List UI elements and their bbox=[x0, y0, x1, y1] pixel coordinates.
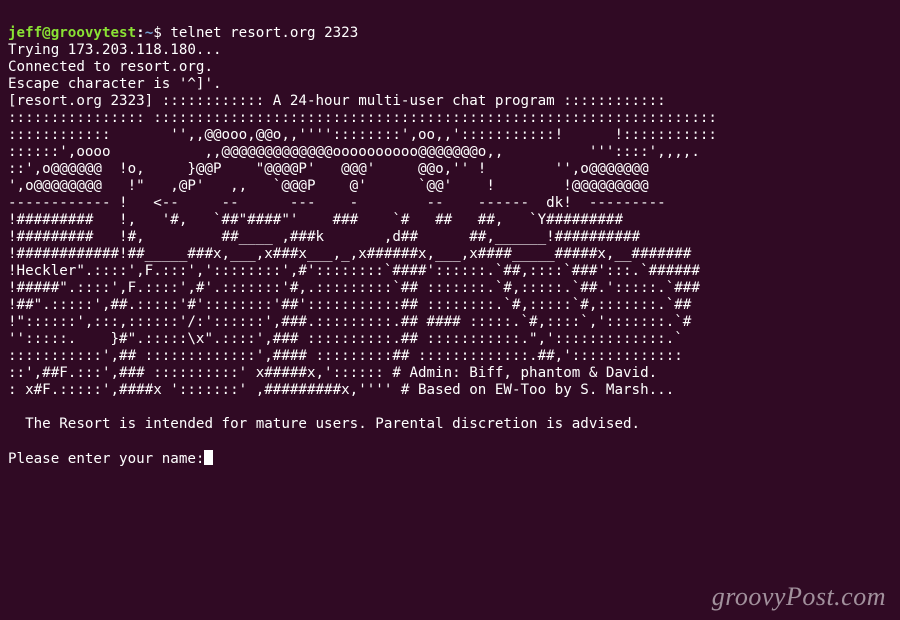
notice-text: The Resort is intended for mature users.… bbox=[8, 416, 640, 432]
ascii-art-line: !##".:::::',##.:::::'#'::::::::'##':::::… bbox=[8, 297, 691, 313]
watermark-text: groovyPost.com bbox=[712, 582, 886, 612]
connect-line: Trying 173.203.118.180... bbox=[8, 42, 222, 58]
ascii-art-line: '':::::. }#".:::::\x".::::',### ::::::::… bbox=[8, 331, 683, 347]
connect-line: Escape character is '^]'. bbox=[8, 76, 222, 92]
ascii-art-line: !#####".::::',F.::::',#'.:::::::'#,.::::… bbox=[8, 280, 700, 296]
prompt-at: @ bbox=[42, 25, 51, 41]
ascii-art-line: !######### !#, ##____ ,###k ,d## ##,____… bbox=[8, 229, 640, 245]
ascii-art-line: :::::::::::: '',,@@ooo,@@o,,''''::::::::… bbox=[8, 127, 717, 143]
banner-header: [resort.org 2323] :::::::::::: A 24-hour… bbox=[8, 93, 666, 109]
prompt-path: ~ bbox=[145, 25, 154, 41]
command-text: telnet resort.org 2323 bbox=[170, 25, 358, 41]
ascii-art-line: !######### !, '#, `##"####"' ### `# ## #… bbox=[8, 212, 623, 228]
ascii-art-line: ::',##F.:::',### ::::::::::' x#####x,'::… bbox=[8, 365, 657, 381]
ascii-art-line: ::::::',oooo ,,@@@@@@@@@@@@@oooooooooo@@… bbox=[8, 144, 700, 160]
ascii-art-line: !"::::::',:::,::::::'/:'::::::',###.::::… bbox=[8, 314, 691, 330]
connect-line: Connected to resort.org. bbox=[8, 59, 213, 75]
name-prompt: Please enter your name: bbox=[8, 451, 204, 467]
ascii-art-line: ------------ ! <-- -- --- - -- ------ dk… bbox=[8, 195, 666, 211]
prompt-sep: : bbox=[136, 25, 145, 41]
cursor-icon[interactable] bbox=[204, 450, 213, 465]
ascii-art-line: :::::::::::',## :::::::::::::',#### ::::… bbox=[8, 348, 683, 364]
ascii-art-line: :::::::::::::::: :::::::::::::::::::::::… bbox=[8, 110, 717, 126]
ascii-art-line: : x#F.:::::',####x ':::::::' ,#########x… bbox=[8, 382, 674, 398]
ascii-art-line: ',o@@@@@@@@ !" ,@P' ,, `@@@P @' `@@' ! !… bbox=[8, 178, 649, 194]
ascii-art-line: !Heckler".::::',F.:::','::::::::',#'::::… bbox=[8, 263, 700, 279]
prompt: jeff@groovytest:~$ bbox=[8, 25, 170, 41]
ascii-art-line: ::',o@@@@@@ !o, }@@P "@@@@P' @@@' @@o,''… bbox=[8, 161, 649, 177]
prompt-host: groovytest bbox=[51, 25, 136, 41]
prompt-dollar: $ bbox=[153, 25, 170, 41]
prompt-user: jeff bbox=[8, 25, 42, 41]
ascii-art-line: !############!##_____###x,___,x###x___,_… bbox=[8, 246, 691, 262]
terminal-window[interactable]: jeff@groovytest:~$ telnet resort.org 232… bbox=[0, 0, 900, 478]
